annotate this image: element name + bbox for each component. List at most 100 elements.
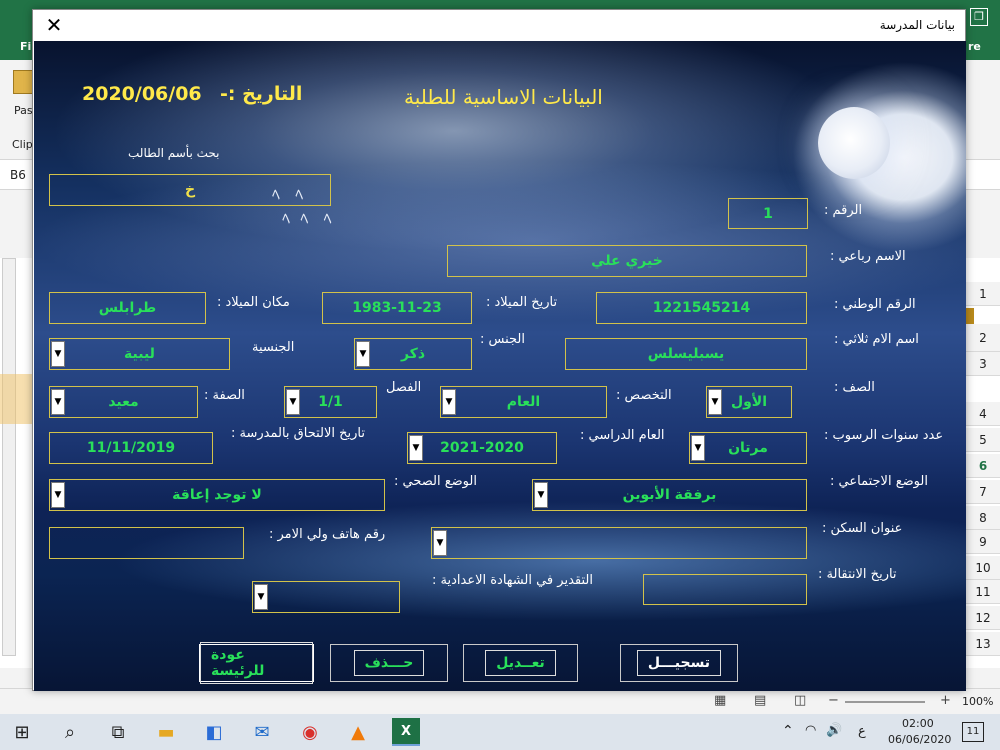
grade-label: الصف : — [834, 380, 875, 395]
search-icon[interactable]: ⌕ — [56, 718, 84, 746]
fail-years-dropdown-icon[interactable]: ▼ — [691, 435, 705, 461]
nationality-select[interactable]: ليبية — [49, 338, 230, 370]
grade-dropdown-icon[interactable]: ▼ — [708, 389, 722, 415]
academic-year-dropdown-icon[interactable]: ▼ — [409, 435, 423, 461]
show-hidden-icons[interactable]: ⌃ — [782, 723, 794, 739]
role-dropdown-icon[interactable]: ▼ — [51, 389, 65, 415]
input-language[interactable]: ع — [858, 724, 866, 739]
row-header[interactable]: 5 — [966, 428, 1000, 452]
file-explorer-icon[interactable]: ▬ — [152, 718, 180, 746]
gender-dropdown-icon[interactable]: ▼ — [356, 341, 370, 367]
clock-date[interactable]: 06/06/2020 — [888, 733, 951, 746]
register-button-label: تسجيـــل — [636, 650, 722, 676]
specialization-label: التخصص : — [616, 388, 672, 403]
class-dropdown-icon[interactable]: ▼ — [286, 389, 300, 415]
name-box[interactable]: B6 — [10, 168, 26, 182]
selection-highlight — [0, 374, 34, 424]
specialization-select[interactable]: العام — [440, 386, 607, 418]
vlc-icon[interactable]: ▲ — [344, 718, 372, 746]
specialization-dropdown-icon[interactable]: ▼ — [442, 389, 456, 415]
zoom-out-icon[interactable]: − — [828, 693, 839, 708]
birth-date-field[interactable]: 1983-11-23 — [322, 292, 472, 324]
number-field[interactable]: 1 — [728, 198, 808, 229]
register-button[interactable]: تسجيـــل — [620, 644, 738, 682]
mother-name-field[interactable]: يسبليسلس — [565, 338, 807, 370]
guardian-phone-field[interactable] — [49, 527, 244, 559]
transfer-date-field[interactable] — [643, 574, 807, 605]
health-status-dropdown-icon[interactable]: ▼ — [51, 482, 65, 508]
nationality-dropdown-icon[interactable]: ▼ — [51, 341, 65, 367]
delete-button-label: حـــذف — [353, 650, 425, 676]
chrome-icon[interactable]: ◉ — [296, 718, 324, 746]
close-button[interactable]: ✕ — [35, 10, 73, 41]
date-label: التاريخ :- — [220, 83, 303, 105]
volume-icon[interactable]: 🔊 — [826, 723, 842, 738]
zoom-in-icon[interactable]: + — [940, 693, 951, 708]
moon-image — [818, 107, 890, 179]
fail-years-label: عدد سنوات الرسوب : — [824, 428, 944, 443]
national-id-label: الرقم الوطني : — [834, 297, 916, 312]
school-data-window: ✕ بيانات المدرسة ﾍ ﾍ ﾍ ﾍ ﾍ البيانات الاس… — [32, 9, 966, 691]
paste-icon[interactable] — [13, 70, 33, 94]
clipboard-label: Clip — [12, 138, 33, 151]
health-status-label: الوضع الصحي : — [394, 474, 477, 489]
row-header[interactable]: 8 — [966, 506, 1000, 530]
row-header[interactable]: 3 — [966, 352, 1000, 376]
full-name-field[interactable]: خيري علي — [447, 245, 807, 277]
search-input[interactable]: خ — [49, 174, 331, 206]
social-status-select[interactable]: برفقة الأبوين — [532, 479, 807, 511]
prep-grade-dropdown-icon[interactable]: ▼ — [254, 584, 268, 610]
page-break-icon[interactable]: ◫ — [794, 693, 806, 708]
row-header[interactable]: 9 — [966, 530, 1000, 554]
address-label: عنوان السكن : — [822, 521, 903, 536]
prep-grade-select[interactable] — [252, 581, 400, 613]
edit-button[interactable]: تعــديل — [463, 644, 578, 682]
page-layout-icon[interactable]: ▤ — [754, 693, 766, 708]
row-header[interactable]: 12 — [966, 606, 1000, 630]
row-header[interactable]: 6 — [966, 454, 1000, 478]
row-header[interactable]: 1 — [966, 282, 1000, 306]
excel-restore-icon[interactable]: ❐ — [970, 8, 988, 26]
paste-label: Pas — [14, 104, 33, 117]
row-header[interactable]: 11 — [966, 580, 1000, 604]
class-label: الفصل — [386, 380, 422, 395]
clock-time[interactable]: 02:00 — [902, 717, 934, 730]
mother-name-label: اسم الام ثلاثي : — [834, 332, 919, 347]
gender-select[interactable]: ذكر — [354, 338, 472, 370]
row-header[interactable]: 13 — [966, 632, 1000, 656]
delete-button[interactable]: حـــذف — [330, 644, 448, 682]
enroll-date-field[interactable]: 11/11/2019 — [49, 432, 213, 464]
row-header[interactable]: 7 — [966, 480, 1000, 504]
notifications-icon[interactable]: 11 — [962, 722, 984, 742]
more-tab[interactable]: re — [968, 40, 981, 53]
row-header[interactable]: 2 — [966, 324, 1000, 352]
nationality-label: الجنسية — [252, 340, 295, 355]
role-select[interactable]: معيد — [49, 386, 198, 418]
address-field[interactable] — [431, 527, 807, 559]
mail-icon[interactable]: ✉ — [248, 718, 276, 746]
fail-years-select[interactable]: مرتان — [689, 432, 807, 464]
row-header[interactable]: 10 — [966, 556, 1000, 580]
home-button-label: عودة للرئيسة — [200, 642, 313, 684]
window-title: بيانات المدرسة — [879, 18, 955, 32]
address-dropdown-icon[interactable]: ▼ — [433, 530, 447, 556]
national-id-field[interactable]: 1221545214 — [596, 292, 807, 324]
academic-year-select[interactable]: 2021-2020 — [407, 432, 557, 464]
windows-start-icon[interactable]: ⊞ — [8, 718, 36, 746]
store-icon[interactable]: ◧ — [200, 718, 228, 746]
social-status-dropdown-icon[interactable]: ▼ — [534, 482, 548, 508]
academic-year-label: العام الدراسي : — [580, 428, 665, 443]
normal-view-icon[interactable]: ▦ — [714, 693, 726, 708]
health-status-select[interactable]: لا توجد إعاقة — [49, 479, 385, 511]
birth-place-field[interactable]: طرابلس — [49, 292, 206, 324]
wifi-icon[interactable]: ◠ — [805, 723, 816, 738]
home-button[interactable]: عودة للرئيسة — [199, 642, 314, 684]
zoom-level[interactable]: 100% — [962, 695, 993, 708]
zoom-slider[interactable] — [845, 701, 925, 703]
form-heading: البيانات الاساسية للطلبة — [404, 85, 603, 109]
excel-icon[interactable]: X — [392, 718, 420, 746]
prep-grade-label: التقدير في الشهادة الاعدادية : — [432, 573, 593, 588]
task-view-icon[interactable]: ⧉ — [104, 718, 132, 746]
vertical-scrollbar[interactable] — [2, 258, 16, 656]
row-header[interactable]: 4 — [966, 402, 1000, 426]
